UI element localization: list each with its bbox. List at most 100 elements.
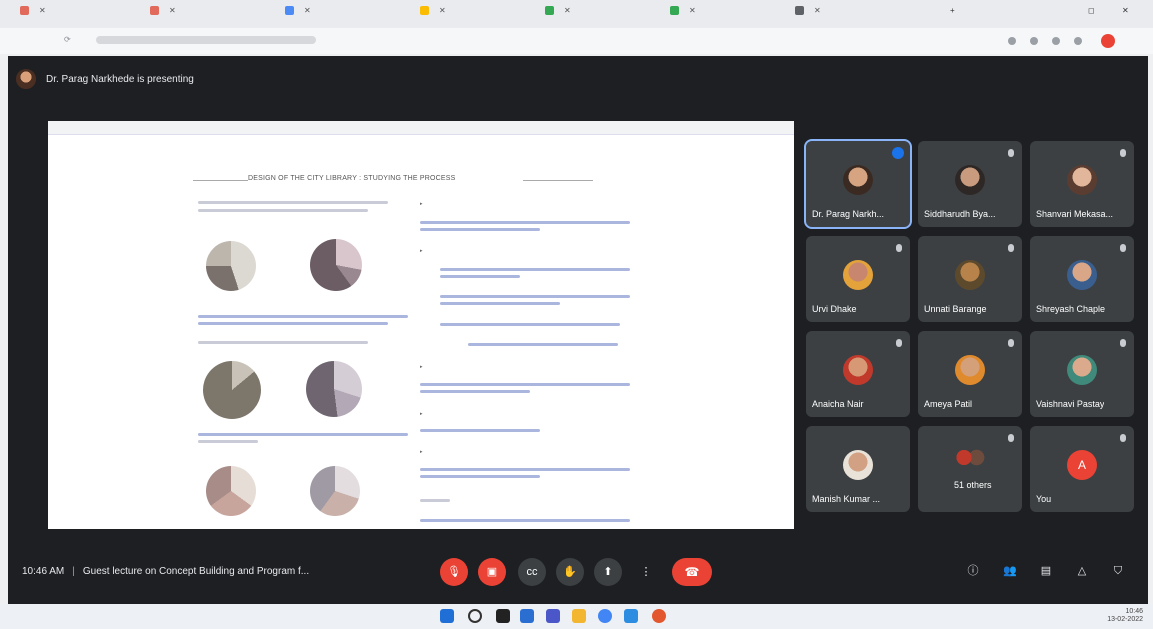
mic-off-icon — [1120, 434, 1126, 442]
bullet: ▸ — [420, 201, 423, 207]
text-line — [420, 499, 450, 502]
clock-date: 13-02-2022 — [1107, 616, 1143, 623]
participant-tile[interactable]: A You — [1030, 426, 1134, 512]
app-icon[interactable] — [652, 609, 666, 623]
avatar — [843, 260, 873, 290]
settings-icon[interactable] — [1074, 37, 1082, 45]
browser-tab[interactable]: ✕ — [545, 6, 660, 24]
meet-stage: Dr. Parag Narkhede is presenting DESIGN … — [8, 56, 1148, 604]
mic-off-icon — [1008, 149, 1014, 157]
bookmark-icon[interactable] — [1052, 37, 1060, 45]
file-explorer-icon[interactable] — [572, 609, 586, 623]
extension-icon[interactable] — [1030, 37, 1038, 45]
separator: | — [72, 566, 75, 577]
participant-tile[interactable]: 51 others — [918, 426, 1022, 512]
meeting-controls: 10:46 AM | Guest lecture on Concept Buildi… — [8, 556, 1148, 604]
clock-time: 10:46 — [1125, 608, 1143, 615]
text-line — [420, 221, 630, 224]
participant-tile[interactable]: Vaishnavi Pastay — [1030, 331, 1134, 417]
text-line — [420, 475, 540, 478]
participant-tile[interactable]: Unnati Barange — [918, 236, 1022, 322]
participant-name: Anaicha Nair — [812, 399, 864, 409]
meeting-details-icon[interactable]: ⓘ — [966, 564, 980, 578]
browser-tab[interactable]: ✕ — [150, 6, 275, 24]
text-line — [198, 322, 388, 325]
mic-off-icon[interactable]: 🎙 — [440, 558, 468, 586]
text-line — [420, 519, 630, 522]
participant-name: Ameya Patil — [924, 399, 973, 409]
participant-tile[interactable]: Shanvari Mekasa... — [1030, 141, 1134, 227]
participant-name: Siddharudh Bya... — [924, 209, 996, 219]
window-close-icon[interactable]: ✕ — [1122, 6, 1136, 24]
shared-screen[interactable]: DESIGN OF THE CITY LIBRARY : STUDYING TH… — [48, 121, 794, 529]
participant-tile[interactable]: Manish Kumar ... — [806, 426, 910, 512]
captions-icon[interactable]: cc — [518, 558, 546, 586]
speaking-indicator-icon — [892, 147, 904, 159]
pie-chart — [206, 466, 256, 516]
participant-tile[interactable]: Shreyash Chaple — [1030, 236, 1134, 322]
chat-icon[interactable]: ▤ — [1039, 564, 1053, 578]
avatar — [1067, 355, 1097, 385]
browser-tab[interactable]: ✕ — [670, 6, 785, 24]
participant-tile[interactable]: Ameya Patil — [918, 331, 1022, 417]
browser-tab-active[interactable]: ✕ — [795, 6, 925, 24]
avatar — [843, 165, 873, 195]
participant-tile[interactable]: Anaicha Nair — [806, 331, 910, 417]
system-tray[interactable]: 10:46 13-02-2022 — [1107, 608, 1143, 624]
participant-name: Unnati Barange — [924, 304, 987, 314]
widgets-icon[interactable] — [520, 609, 534, 623]
taskbar: 10:46 13-02-2022 — [0, 604, 1153, 629]
avatar — [843, 355, 873, 385]
present-screen-icon[interactable]: ⬆ — [594, 558, 622, 586]
teams-icon[interactable] — [546, 609, 560, 623]
pie-chart — [310, 239, 362, 291]
extension-icon[interactable] — [1008, 37, 1016, 45]
participant-tile[interactable]: Dr. Parag Narkh... — [804, 139, 912, 229]
start-menu-icon[interactable] — [440, 609, 454, 623]
edge-icon[interactable] — [624, 609, 638, 623]
raise-hand-icon[interactable]: ✋ — [556, 558, 584, 586]
browser-tab-bar: ✕ ✕ ✕ ✕ ✕ ✕ ✕ + ◻ ✕ — [0, 0, 1153, 28]
activities-icon[interactable]: △ — [1075, 564, 1089, 578]
chrome-icon[interactable] — [598, 609, 612, 623]
bullet: ▸ — [420, 248, 423, 254]
avatar — [955, 260, 985, 290]
search-icon[interactable] — [468, 609, 482, 623]
participant-tile[interactable]: Siddharudh Bya... — [918, 141, 1022, 227]
mic-off-icon — [1008, 339, 1014, 347]
avatar — [955, 355, 985, 385]
text-line — [420, 429, 540, 432]
avatar — [1067, 165, 1097, 195]
bullet: ▸ — [420, 411, 423, 417]
participant-name: You — [1036, 494, 1052, 504]
new-tab-icon[interactable]: + — [950, 6, 964, 24]
people-icon[interactable]: 👥 — [1003, 564, 1017, 578]
host-controls-icon[interactable]: ⛉ — [1111, 564, 1125, 578]
participant-tile[interactable]: Urvi Dhake — [806, 236, 910, 322]
camera-off-icon[interactable]: ▣ — [478, 558, 506, 586]
more-options-icon[interactable]: ⋮ — [632, 558, 660, 586]
text-line — [198, 433, 408, 436]
pie-chart — [203, 361, 261, 419]
window-restore-icon[interactable]: ◻ — [1088, 6, 1102, 24]
text-line — [440, 302, 560, 305]
profile-avatar[interactable] — [1101, 34, 1115, 48]
browser-tab[interactable]: ✕ — [20, 6, 130, 24]
mic-off-icon — [1008, 434, 1014, 442]
divider — [193, 180, 248, 181]
text-line — [468, 343, 618, 346]
text-line — [198, 341, 368, 344]
task-view-icon[interactable] — [496, 609, 510, 623]
text-line — [420, 468, 630, 471]
pie-chart — [306, 361, 362, 417]
meeting-title: Guest lecture on Concept Building and Pr… — [82, 566, 310, 577]
refresh-icon[interactable]: ⟳ — [64, 35, 84, 53]
text-line — [198, 315, 408, 318]
url-field[interactable] — [96, 36, 316, 44]
presenter-text: Dr. Parag Narkhede is presenting — [46, 73, 194, 85]
browser-tab[interactable]: ✕ — [285, 6, 410, 24]
browser-tab[interactable]: ✕ — [420, 6, 535, 24]
text-line — [198, 440, 258, 443]
address-bar: ⟳ — [0, 28, 1153, 54]
leave-call-button[interactable]: ☎ — [672, 558, 712, 586]
